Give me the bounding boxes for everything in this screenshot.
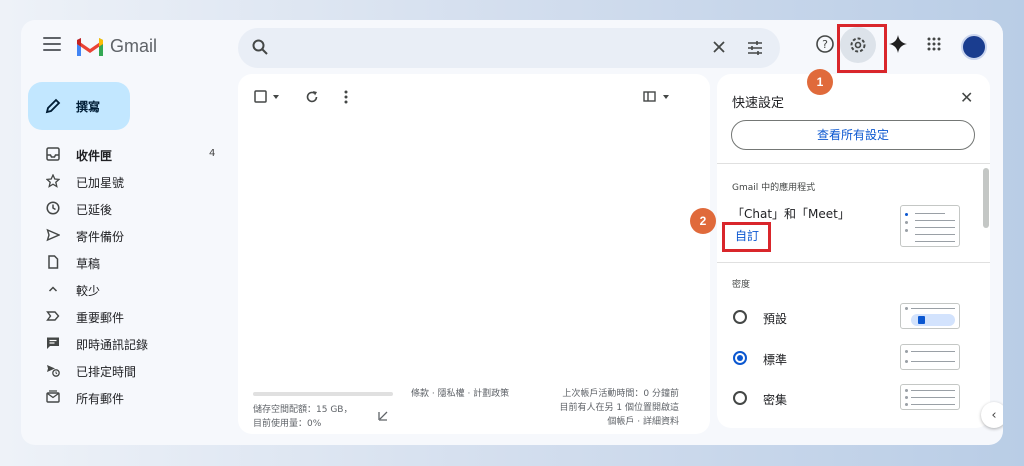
- sidebar-item-label: 收件匣: [76, 149, 113, 163]
- refresh-icon[interactable]: [304, 88, 320, 106]
- more-options-icon[interactable]: [338, 88, 354, 106]
- collapse-side-panel-button[interactable]: ‹: [981, 402, 1003, 428]
- sidebar-item-label: 較少: [76, 284, 101, 298]
- sidebar-item-label: 已排定時間: [76, 365, 137, 379]
- sidebar-item[interactable]: 收件匣 4: [21, 141, 231, 167]
- chevron-up-icon: [45, 281, 61, 297]
- sidebar-item[interactable]: 已加星號: [21, 168, 231, 194]
- density-compact-label[interactable]: 密集: [763, 391, 787, 408]
- storage-quota-text: 儲存空間配額：15 GB，: [253, 405, 353, 415]
- star-icon: [45, 173, 61, 189]
- divider: [717, 163, 990, 164]
- close-icon[interactable]: ✕: [960, 88, 973, 107]
- menu-icon[interactable]: [43, 37, 61, 51]
- gemini-sparkle-icon[interactable]: [887, 33, 909, 55]
- pencil-icon: [45, 98, 61, 114]
- gmail-logo-icon[interactable]: [76, 36, 104, 58]
- density-standard-radio[interactable]: [733, 351, 747, 365]
- highlight-settings-box: [837, 24, 887, 73]
- other-locations-text: 目前有人在另 1 個位置開啟這: [559, 403, 679, 413]
- chevron-left-icon: ‹: [991, 407, 997, 423]
- chat-meet-label: 「Chat」和「Meet」: [732, 207, 850, 221]
- policies-links[interactable]: 條款 · 隱私權 · 計劃政策: [411, 387, 509, 401]
- scheduled-send-icon: [45, 362, 61, 378]
- sidebar-item-label: 所有郵件: [76, 392, 125, 406]
- density-compact-radio[interactable]: [733, 391, 747, 405]
- storage-usage-text: 目前使用量：0%: [253, 419, 322, 429]
- sidebar-item[interactable]: 較少: [21, 276, 231, 302]
- search-icon[interactable]: [251, 38, 269, 56]
- split-pane-toggle-icon[interactable]: [643, 88, 673, 106]
- highlight-customize-box: [722, 222, 771, 252]
- sidebar-item[interactable]: 草稿: [21, 249, 231, 275]
- select-all-checkbox[interactable]: [254, 88, 284, 106]
- send-icon: [45, 227, 61, 243]
- all-mail-icon: [45, 389, 61, 405]
- message-list-panel: 儲存空間配額：15 GB， 目前使用量：0% 條款 · 隱私權 · 計劃政策 上…: [238, 74, 710, 434]
- unread-count: 4: [209, 148, 216, 159]
- compose-button[interactable]: 撰寫: [28, 82, 130, 130]
- search-bar[interactable]: [238, 28, 780, 68]
- quick-settings-scrollbar[interactable]: [983, 168, 989, 228]
- sidebar-item-label: 草稿: [76, 257, 101, 271]
- density-default-preview: [900, 303, 960, 329]
- quick-settings-title: 快速設定: [732, 96, 785, 111]
- help-icon[interactable]: ?: [814, 33, 836, 55]
- sidebar-item[interactable]: 重要郵件: [21, 303, 231, 329]
- divider: [717, 262, 990, 263]
- clear-icon[interactable]: [712, 40, 726, 54]
- density-section-heading: 密度: [732, 280, 751, 290]
- file-icon: [45, 254, 61, 270]
- apps-preview-thumbnail: [900, 205, 960, 247]
- step-1-badge: 1: [807, 69, 833, 95]
- apps-grid-icon[interactable]: [923, 33, 945, 55]
- gmail-window: Gmail ? 撰寫 收件匣 4 已加星號 已延後 寄件備份 草稿 較少 重要郵…: [21, 20, 1003, 445]
- sidebar-item-label: 已加星號: [76, 176, 125, 190]
- density-default-label[interactable]: 預設: [763, 310, 787, 327]
- app-name[interactable]: Gmail: [110, 36, 157, 57]
- account-details-link[interactable]: 個帳戶 · 詳細資料: [544, 415, 679, 429]
- density-default-radio[interactable]: [733, 310, 747, 324]
- sidebar-item[interactable]: 已延後: [21, 195, 231, 221]
- view-all-settings-button[interactable]: 查看所有設定: [731, 120, 975, 150]
- compose-label: 撰寫: [76, 100, 101, 114]
- sidebar-item[interactable]: 所有郵件: [21, 384, 231, 410]
- sidebar-item[interactable]: 即時通訊記錄: [21, 330, 231, 356]
- filter-options-icon[interactable]: [747, 40, 763, 56]
- step-2-badge: 2: [690, 208, 716, 234]
- sidebar-item-label: 已延後: [76, 203, 113, 217]
- svg-text:?: ?: [822, 38, 828, 51]
- inbox-icon: [45, 146, 61, 162]
- account-avatar[interactable]: [961, 34, 987, 60]
- chat-icon: [45, 335, 61, 351]
- label-important-icon: [45, 308, 61, 324]
- density-standard-label[interactable]: 標準: [763, 351, 787, 368]
- sidebar-item-label: 寄件備份: [76, 230, 125, 244]
- last-activity-text: 上次帳戶活動時間：0 分鐘前: [562, 389, 679, 399]
- sidebar-item-label: 即時通訊記錄: [76, 338, 149, 352]
- clock-icon: [45, 200, 61, 216]
- sidebar-item[interactable]: 已排定時間: [21, 357, 231, 383]
- density-standard-preview: [900, 344, 960, 370]
- storage-meter: [253, 392, 393, 396]
- sidebar-item[interactable]: 寄件備份: [21, 222, 231, 248]
- open-in-new-icon[interactable]: [377, 410, 389, 422]
- sidebar-item-label: 重要郵件: [76, 311, 125, 325]
- apps-section-heading: Gmail 中的應用程式: [732, 183, 816, 193]
- density-compact-preview: [900, 384, 960, 410]
